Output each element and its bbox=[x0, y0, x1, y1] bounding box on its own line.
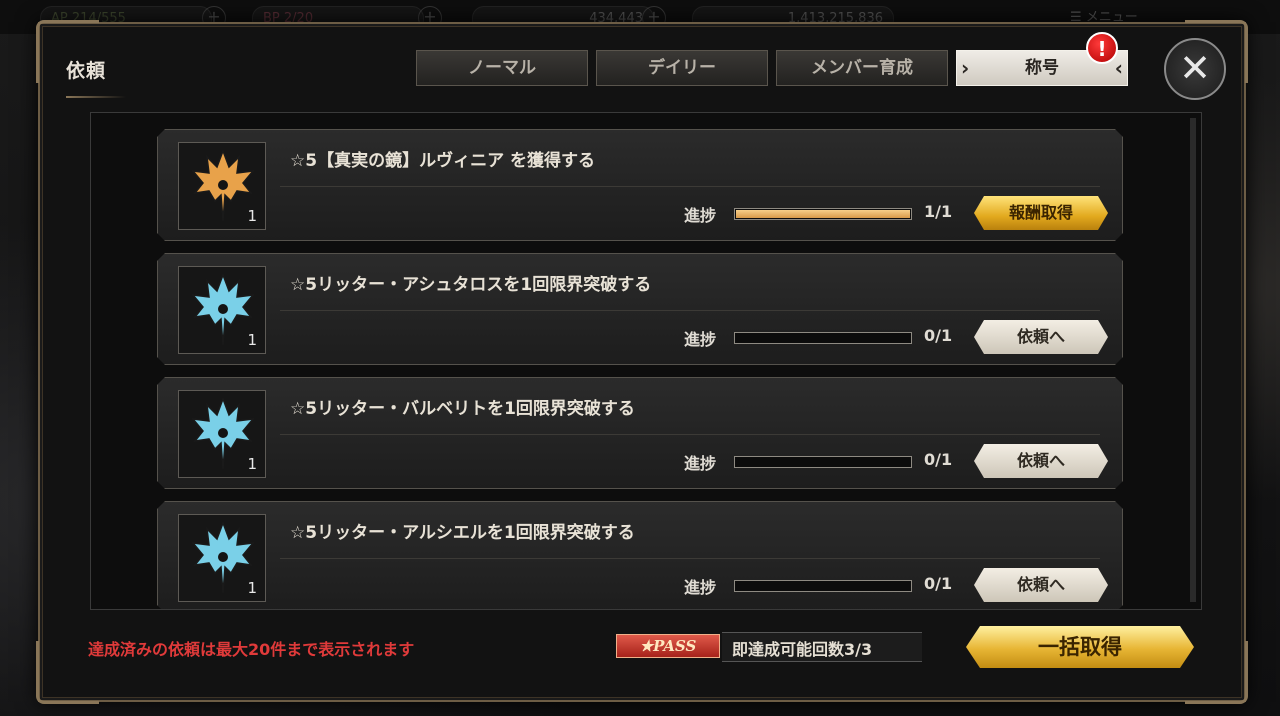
reward-icon-box[interactable]: 1 bbox=[178, 142, 266, 230]
reward-count: 1 bbox=[247, 579, 257, 597]
go-to-request-button[interactable]: 依頼へ bbox=[974, 444, 1108, 478]
item-divider bbox=[280, 434, 1100, 435]
progress-count: 0/1 bbox=[924, 450, 953, 469]
request-title: ☆5【真実の鏡】ルヴィニア を獲得する bbox=[290, 151, 595, 171]
instant-completion-count: 即達成可能回数3/3 bbox=[732, 640, 873, 659]
list-scrollbar[interactable] bbox=[1190, 118, 1196, 602]
star-icon: ★ bbox=[639, 637, 654, 655]
display-limit-note: 達成済みの依頼は最大20件まで表示されます bbox=[88, 640, 415, 659]
progress-label: 進捗 bbox=[684, 330, 717, 349]
request-item: 1 ☆5リッター・バルベリトを1回限界突破する進捗 0/1 依頼へ bbox=[157, 377, 1123, 489]
progress-bar-fill bbox=[736, 210, 910, 218]
progress-label: 進捗 bbox=[684, 206, 717, 225]
reward-icon-box[interactable]: 1 bbox=[178, 390, 266, 478]
progress-bar bbox=[734, 456, 912, 468]
progress-count: 0/1 bbox=[924, 326, 953, 345]
item-divider bbox=[280, 558, 1100, 559]
go-to-request-button[interactable]: 依頼へ bbox=[974, 320, 1108, 354]
progress-count: 0/1 bbox=[924, 574, 953, 593]
tab-normal[interactable]: ノーマル bbox=[416, 50, 588, 86]
request-item: 1 ☆5リッター・アルシエルを1回限界突破する進捗 0/1 依頼へ bbox=[157, 501, 1123, 610]
tab-daily[interactable]: デイリー bbox=[596, 50, 768, 86]
progress-count: 1/1 bbox=[924, 202, 953, 221]
reward-count: 1 bbox=[247, 207, 257, 225]
title-divider bbox=[66, 96, 126, 98]
reward-icon-box[interactable]: 1 bbox=[178, 266, 266, 354]
claim-reward-button[interactable]: 報酬取得 bbox=[974, 196, 1108, 230]
close-button[interactable]: ✕ bbox=[1164, 38, 1226, 100]
progress-bar bbox=[734, 208, 912, 220]
item-divider bbox=[280, 310, 1100, 311]
request-list[interactable]: 1 ☆5【真実の鏡】ルヴィニア を獲得する進捗 1/1 報酬取得 1 ☆5リッター・アシュ… bbox=[90, 112, 1202, 610]
request-title: ☆5リッター・アルシエルを1回限界突破する bbox=[290, 523, 635, 543]
reward-icon-box[interactable]: 1 bbox=[178, 514, 266, 602]
request-item: 1 ☆5リッター・アシュタロスを1回限界突破する進捗 0/1 依頼へ bbox=[157, 253, 1123, 365]
bulk-claim-button[interactable]: 一括取得 bbox=[966, 626, 1194, 668]
pass-badge: ★PASS bbox=[616, 634, 720, 658]
progress-bar bbox=[734, 580, 912, 592]
request-item: 1 ☆5【真実の鏡】ルヴィニア を獲得する進捗 1/1 報酬取得 bbox=[157, 129, 1123, 241]
close-icon: ✕ bbox=[1179, 46, 1211, 90]
request-title: ☆5リッター・アシュタロスを1回限界突破する bbox=[290, 275, 652, 295]
progress-label: 進捗 bbox=[684, 578, 717, 597]
pass-badge-label: PASS bbox=[653, 637, 697, 655]
panel-title: 依頼 bbox=[66, 60, 107, 82]
tab-member-training[interactable]: メンバー育成 bbox=[776, 50, 948, 86]
frame-corner-ornament bbox=[1185, 641, 1248, 704]
reward-count: 1 bbox=[247, 331, 257, 349]
progress-bar bbox=[734, 332, 912, 344]
exclamation-icon: ! bbox=[1086, 32, 1118, 64]
progress-label: 進捗 bbox=[684, 454, 717, 473]
request-title: ☆5リッター・バルベリトを1回限界突破する bbox=[290, 399, 635, 419]
reward-count: 1 bbox=[247, 455, 257, 473]
item-divider bbox=[280, 186, 1100, 187]
go-to-request-button[interactable]: 依頼へ bbox=[974, 568, 1108, 602]
